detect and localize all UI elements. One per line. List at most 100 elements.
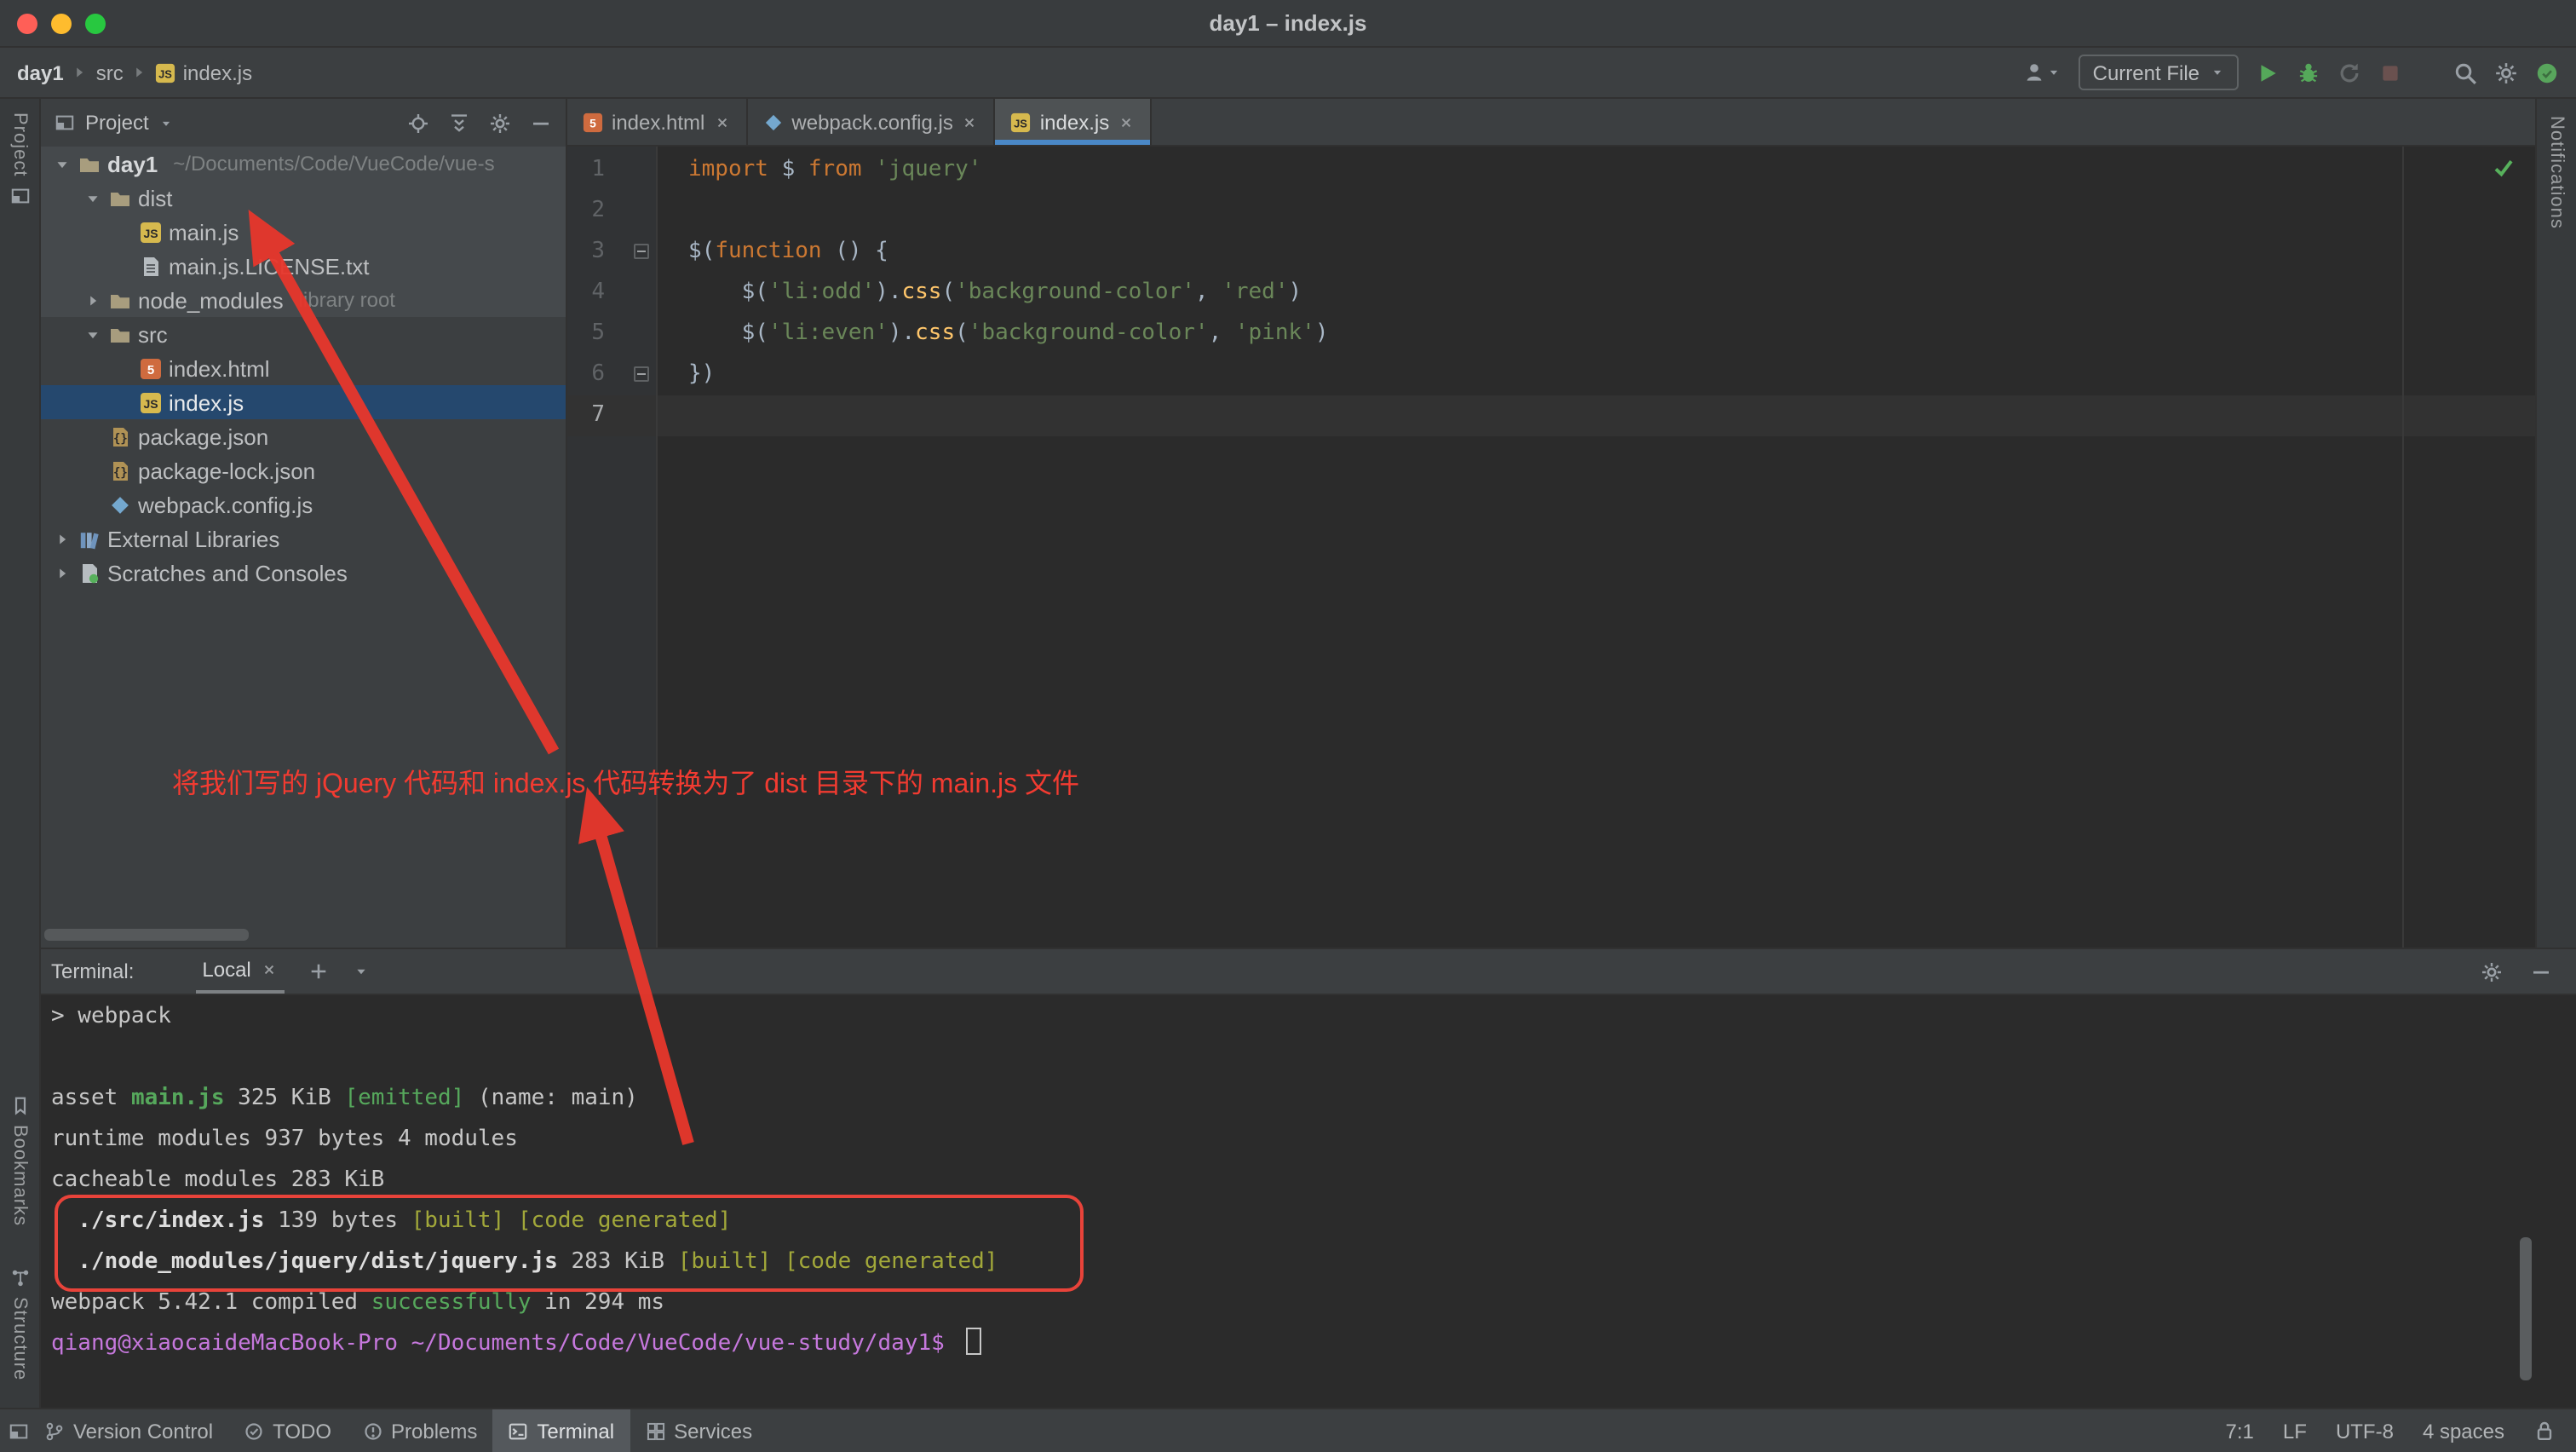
tree-item-webpack-config-js[interactable]: webpack.config.js <box>41 487 566 521</box>
chevron-down-icon[interactable] <box>354 963 371 980</box>
hide-terminal-button[interactable] <box>2530 960 2552 982</box>
status-widget-4-spaces[interactable]: 4 spaces <box>2423 1419 2504 1443</box>
close-tab-icon[interactable] <box>962 113 979 130</box>
stop-button[interactable] <box>2378 60 2402 84</box>
close-icon[interactable] <box>262 961 279 978</box>
line-number: 3 <box>567 232 656 273</box>
code-segment: import <box>688 157 782 182</box>
fold-marker-icon[interactable] <box>634 366 649 382</box>
tree-settings-button[interactable] <box>489 112 511 134</box>
breadcrumb-item-src[interactable]: src <box>96 60 124 84</box>
tool-window-toggle-icon[interactable] <box>9 1420 29 1441</box>
tree-chevron-icon[interactable] <box>82 326 102 342</box>
tree-item-src[interactable]: src <box>41 317 566 351</box>
fold-marker-icon[interactable] <box>634 244 649 259</box>
tab-webpack-config-js[interactable]: webpack.config.js <box>747 99 995 145</box>
tree-item-package-lock-json[interactable]: {}package-lock.json <box>41 453 566 487</box>
terminal-segment: [emitted] <box>344 1086 464 1111</box>
rerun-button[interactable] <box>2337 60 2361 84</box>
new-terminal-session-button[interactable] <box>309 961 330 982</box>
tree-item-main-js-license-txt[interactable]: main.js.LICENSE.txt <box>41 249 566 283</box>
tree-chevron-icon[interactable] <box>51 156 72 171</box>
tree-item-index-js[interactable]: JSindex.js <box>41 385 566 419</box>
bookmarks-stripe-label: Bookmarks <box>9 1126 30 1227</box>
tab-index-html[interactable]: 5index.html <box>567 99 747 145</box>
terminal-output[interactable]: > webpackasset main.js 325 KiB [emitted]… <box>41 995 2576 1365</box>
tab-index-js[interactable]: JSindex.js <box>996 99 1152 145</box>
debug-button[interactable] <box>2297 60 2320 84</box>
editor[interactable]: 1234567 import $ from 'jquery'$(function… <box>567 147 2535 948</box>
window-title: day1 – index.js <box>0 10 2576 36</box>
status-item-version-control[interactable]: Version Control <box>29 1409 228 1452</box>
tree-item-dist[interactable]: dist <box>41 181 566 215</box>
breadcrumb-item-index-js[interactable]: JSindex.js <box>156 60 252 84</box>
tree-chevron-icon[interactable] <box>51 565 72 580</box>
code-segment: $( <box>688 320 768 346</box>
terminal-tab-local[interactable]: Local <box>195 949 285 994</box>
close-tab-icon[interactable] <box>1118 113 1135 130</box>
tree-item-node-modules[interactable]: node_moduleslibrary root <box>41 283 566 317</box>
project-view-icon <box>55 112 75 133</box>
code-segment: css <box>902 279 942 305</box>
tree-item-package-json[interactable]: {}package.json <box>41 419 566 453</box>
tool-stripe-bookmarks-button[interactable]: Bookmarks <box>9 1097 30 1227</box>
status-item-problems[interactable]: Problems <box>347 1409 492 1452</box>
inspection-ok-icon[interactable] <box>2493 157 2515 179</box>
terminal-vertical-scrollbar[interactable] <box>2520 1237 2532 1380</box>
breadcrumb-separator-icon <box>132 65 147 80</box>
svg-text:{}: {} <box>113 465 128 479</box>
status-item-todo[interactable]: TODO <box>228 1409 347 1452</box>
status-item-services[interactable]: Services <box>630 1409 768 1452</box>
tree-chevron-icon[interactable] <box>82 190 102 205</box>
breadcrumb-item-day1[interactable]: day1 <box>17 60 64 84</box>
tree-item-scratches-and-consoles[interactable]: Scratches and Consoles <box>41 556 566 590</box>
chevron-down-icon[interactable] <box>159 115 175 130</box>
status-widget-lf[interactable]: LF <box>2283 1419 2307 1443</box>
tree-chevron-icon[interactable] <box>82 292 102 308</box>
locate-file-button[interactable] <box>407 112 429 134</box>
tree-chevron-icon[interactable] <box>51 531 72 546</box>
status-item-terminal[interactable]: Terminal <box>492 1409 630 1452</box>
tool-window-toggle-icon[interactable] <box>9 1420 29 1441</box>
tree-item-index-html[interactable]: 5index.html <box>41 351 566 385</box>
project-horizontal-scrollbar[interactable] <box>44 929 249 941</box>
breadcrumb-label: day1 <box>17 60 64 84</box>
txt-file-icon <box>140 255 162 277</box>
tree-item-label: node_modules <box>138 287 284 313</box>
terminal-settings-button[interactable] <box>2481 960 2503 982</box>
scratch-file-icon <box>78 562 101 584</box>
status-widget-utf-8[interactable]: UTF-8 <box>2336 1419 2394 1443</box>
terminal-segment <box>945 1331 958 1357</box>
lock-icon[interactable] <box>2533 1420 2556 1442</box>
tree-item-external-libraries[interactable]: External Libraries <box>41 521 566 556</box>
hide-tool-window-button[interactable] <box>530 112 552 134</box>
status-bar-right: 7:1 LF UTF-8 4 spaces <box>2226 1419 2556 1443</box>
navigation-bar: day1 src JSindex.js Current File <box>0 48 2576 99</box>
left-tool-stripe: Project Bookmarks Structure <box>0 99 41 1408</box>
chevron-down-icon[interactable] <box>159 115 175 130</box>
close-window-button[interactable] <box>17 13 37 33</box>
settings-button[interactable] <box>2494 60 2518 84</box>
search-everywhere-button[interactable] <box>2453 60 2477 84</box>
close-icon[interactable] <box>262 961 279 978</box>
run-configuration-select[interactable]: Current File <box>2079 55 2239 90</box>
project-view-mode-icon <box>55 112 75 133</box>
minimize-window-button[interactable] <box>51 13 72 33</box>
maximize-window-button[interactable] <box>85 13 106 33</box>
terminal-line: ./src/index.js 139 bytes [built] [code g… <box>51 1201 2576 1242</box>
user-menu-button[interactable] <box>2025 61 2062 84</box>
plugin-status-icon[interactable] <box>2535 60 2559 84</box>
project-panel-title[interactable]: Project <box>85 111 149 135</box>
status-widget-7-1[interactable]: 7:1 <box>2226 1419 2254 1443</box>
add-icon[interactable] <box>309 961 330 982</box>
editor-code[interactable]: import $ from 'jquery'$(function () { $(… <box>658 147 2535 948</box>
tree-item-main-js[interactable]: JSmain.js <box>41 215 566 249</box>
tool-stripe-project-button[interactable]: Project <box>9 112 30 206</box>
chevron-down-icon[interactable] <box>354 963 371 980</box>
run-button[interactable] <box>2256 60 2280 84</box>
tool-stripe-notifications-button[interactable]: Notifications <box>2546 116 2567 229</box>
close-tab-icon[interactable] <box>713 113 730 130</box>
tool-stripe-structure-button[interactable]: Structure <box>9 1268 30 1380</box>
tree-item-day1[interactable]: day1~/Documents/Code/VueCode/vue-s <box>41 147 566 181</box>
collapse-all-button[interactable] <box>448 112 470 134</box>
